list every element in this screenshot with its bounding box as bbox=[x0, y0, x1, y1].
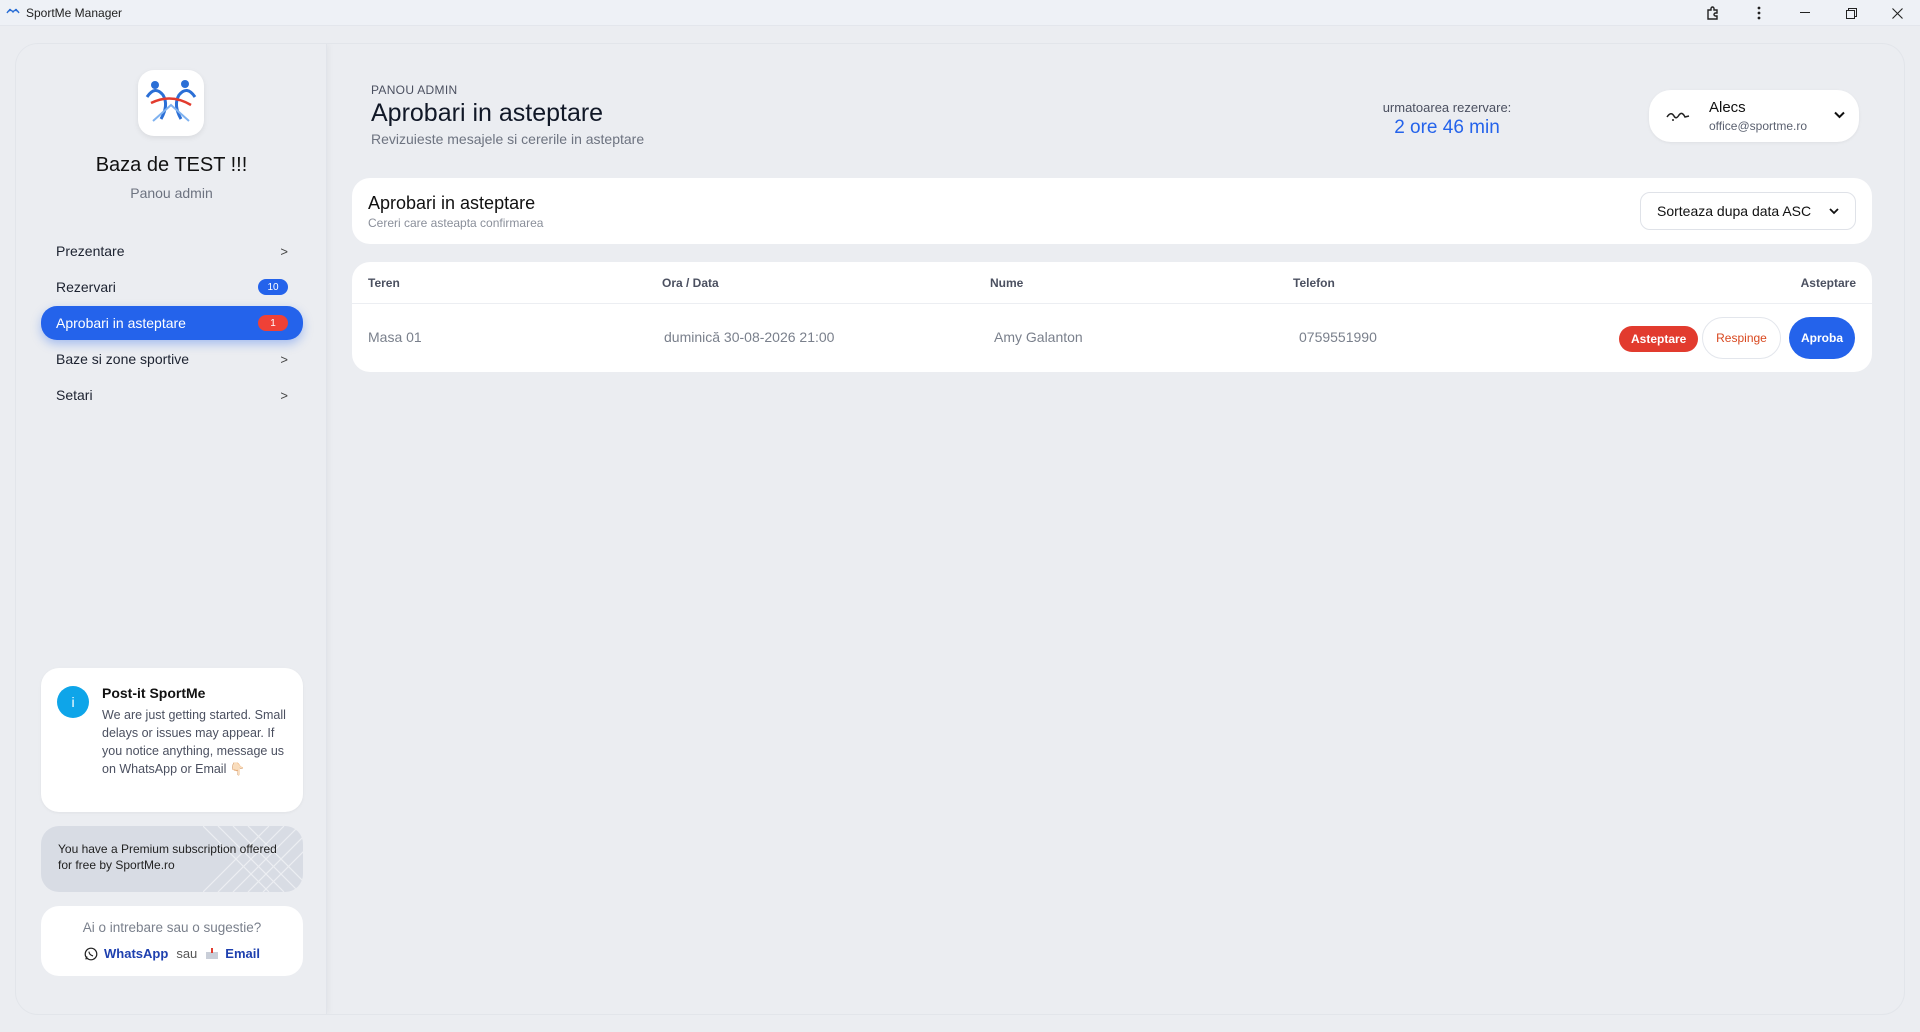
window-title: SportMe Manager bbox=[26, 5, 123, 20]
info-icon: i bbox=[57, 686, 89, 718]
cell-name: Amy Galanton bbox=[994, 329, 1083, 345]
panel-subtitle: Cereri care asteapta confirmarea bbox=[368, 216, 544, 230]
approve-button[interactable]: Aproba bbox=[1789, 317, 1855, 359]
cell-phone: 0759551990 bbox=[1299, 329, 1377, 345]
chevron-right-icon: > bbox=[280, 243, 288, 259]
sidebar-item-prezentare[interactable]: Prezentare > bbox=[41, 234, 303, 268]
whatsapp-link[interactable]: WhatsApp bbox=[84, 946, 168, 961]
or-text: sau bbox=[176, 946, 198, 961]
close-icon[interactable] bbox=[1874, 0, 1920, 26]
chevron-down-icon bbox=[1829, 207, 1839, 214]
page-eyebrow: PANOU ADMIN bbox=[371, 83, 458, 97]
next-reservation-value: 2 ore 46 min bbox=[1394, 117, 1500, 138]
org-subtitle: Panou admin bbox=[130, 185, 213, 201]
count-badge: 1 bbox=[258, 315, 288, 331]
sidebar-item-setari[interactable]: Setari > bbox=[41, 378, 303, 412]
table-row: Masa 01 duminică 30-08-2026 21:00 Amy Ga… bbox=[352, 305, 1872, 372]
email-label: Email bbox=[225, 946, 260, 961]
status-badge: Asteptare bbox=[1619, 326, 1699, 352]
org-logo bbox=[138, 70, 204, 136]
contact-question: Ai o intrebare sau o sugestie? bbox=[82, 920, 262, 935]
count-badge: 10 bbox=[258, 279, 288, 295]
approvals-panel-header: Aprobari in asteptare Cereri care asteap… bbox=[352, 178, 1872, 244]
minimize-icon[interactable] bbox=[1782, 0, 1828, 26]
reject-button[interactable]: Respinge bbox=[1702, 317, 1781, 359]
col-teren: Teren bbox=[368, 276, 400, 290]
col-ora-data: Ora / Data bbox=[662, 276, 719, 290]
table-header: Teren Ora / Data Nume Telefon Asteptare bbox=[352, 262, 1872, 304]
page-title: Aprobari in asteptare bbox=[371, 99, 604, 127]
col-telefon: Telefon bbox=[1293, 276, 1335, 290]
sidebar-nav: Prezentare > Rezervari 10 Aprobari in as… bbox=[41, 234, 303, 414]
decorative-pattern-icon bbox=[203, 826, 303, 892]
sidebar-item-label: Aprobari in asteptare bbox=[56, 315, 186, 331]
page-subtitle: Revizuieste mesajele si cererile in aste… bbox=[371, 131, 645, 147]
more-icon[interactable] bbox=[1736, 0, 1782, 26]
sidebar-item-aprobari[interactable]: Aprobari in asteptare 1 bbox=[41, 306, 303, 340]
extensions-icon[interactable] bbox=[1690, 0, 1736, 26]
contact-card: Ai o intrebare sau o sugestie? WhatsApp … bbox=[41, 906, 303, 976]
whatsapp-label: WhatsApp bbox=[104, 946, 169, 961]
sort-select-value: Sorteaza dupa data ASC bbox=[1657, 203, 1812, 219]
user-name: Alecs bbox=[1709, 99, 1746, 116]
sidebar-item-label: Prezentare bbox=[56, 243, 125, 259]
postit-title: Post-it SportMe bbox=[102, 685, 206, 701]
sidebar: Baza de TEST !!! Panou admin Prezentare … bbox=[16, 44, 327, 1014]
cell-court: Masa 01 bbox=[368, 329, 422, 345]
sidebar-item-label: Rezervari bbox=[56, 279, 116, 295]
main-content: PANOU ADMIN Aprobari in asteptare Revizu… bbox=[327, 44, 1904, 1014]
mailbox-icon bbox=[206, 947, 219, 959]
sidebar-item-rezervari[interactable]: Rezervari 10 bbox=[41, 270, 303, 304]
col-asteptare: Asteptare bbox=[1800, 276, 1856, 290]
whatsapp-icon bbox=[84, 947, 98, 960]
postit-body: We are just getting started. Small delay… bbox=[102, 708, 286, 776]
col-nume: Nume bbox=[990, 276, 1024, 290]
user-email: office@sportme.ro bbox=[1709, 119, 1807, 133]
org-name: Baza de TEST !!! bbox=[95, 154, 248, 176]
chevron-right-icon: > bbox=[280, 351, 288, 367]
app-window: Baza de TEST !!! Panou admin Prezentare … bbox=[16, 44, 1904, 1014]
sort-select[interactable]: Sorteaza dupa data ASC bbox=[1640, 192, 1856, 230]
sportme-logo-icon bbox=[145, 80, 197, 122]
sidebar-item-label: Baze si zone sportive bbox=[56, 351, 190, 367]
approvals-table: Teren Ora / Data Nume Telefon Asteptare … bbox=[352, 262, 1872, 372]
app-logo-icon bbox=[6, 6, 22, 20]
restore-icon[interactable] bbox=[1828, 0, 1874, 26]
next-reservation-label: urmatoarea rezervare: bbox=[1382, 100, 1512, 115]
user-menu[interactable]: Alecs office@sportme.ro bbox=[1649, 90, 1859, 142]
next-reservation: urmatoarea rezervare: 2 ore 46 min bbox=[1367, 100, 1527, 139]
chevron-right-icon: > bbox=[280, 387, 288, 403]
postit-card: i Post-it SportMe We are just getting st… bbox=[41, 668, 303, 812]
sidebar-item-baze[interactable]: Baze si zone sportive > bbox=[41, 342, 303, 376]
window-titlebar: SportMe Manager bbox=[0, 0, 1920, 26]
sidebar-item-label: Setari bbox=[56, 387, 93, 403]
cell-datetime: duminică 30-08-2026 21:00 bbox=[664, 329, 835, 345]
chevron-down-icon bbox=[1834, 106, 1845, 122]
premium-banner: You have a Premium subscription offered … bbox=[41, 826, 303, 892]
panel-title: Aprobari in asteptare bbox=[368, 193, 536, 213]
email-link[interactable]: Email bbox=[205, 946, 260, 961]
user-signature-icon bbox=[1666, 112, 1690, 121]
